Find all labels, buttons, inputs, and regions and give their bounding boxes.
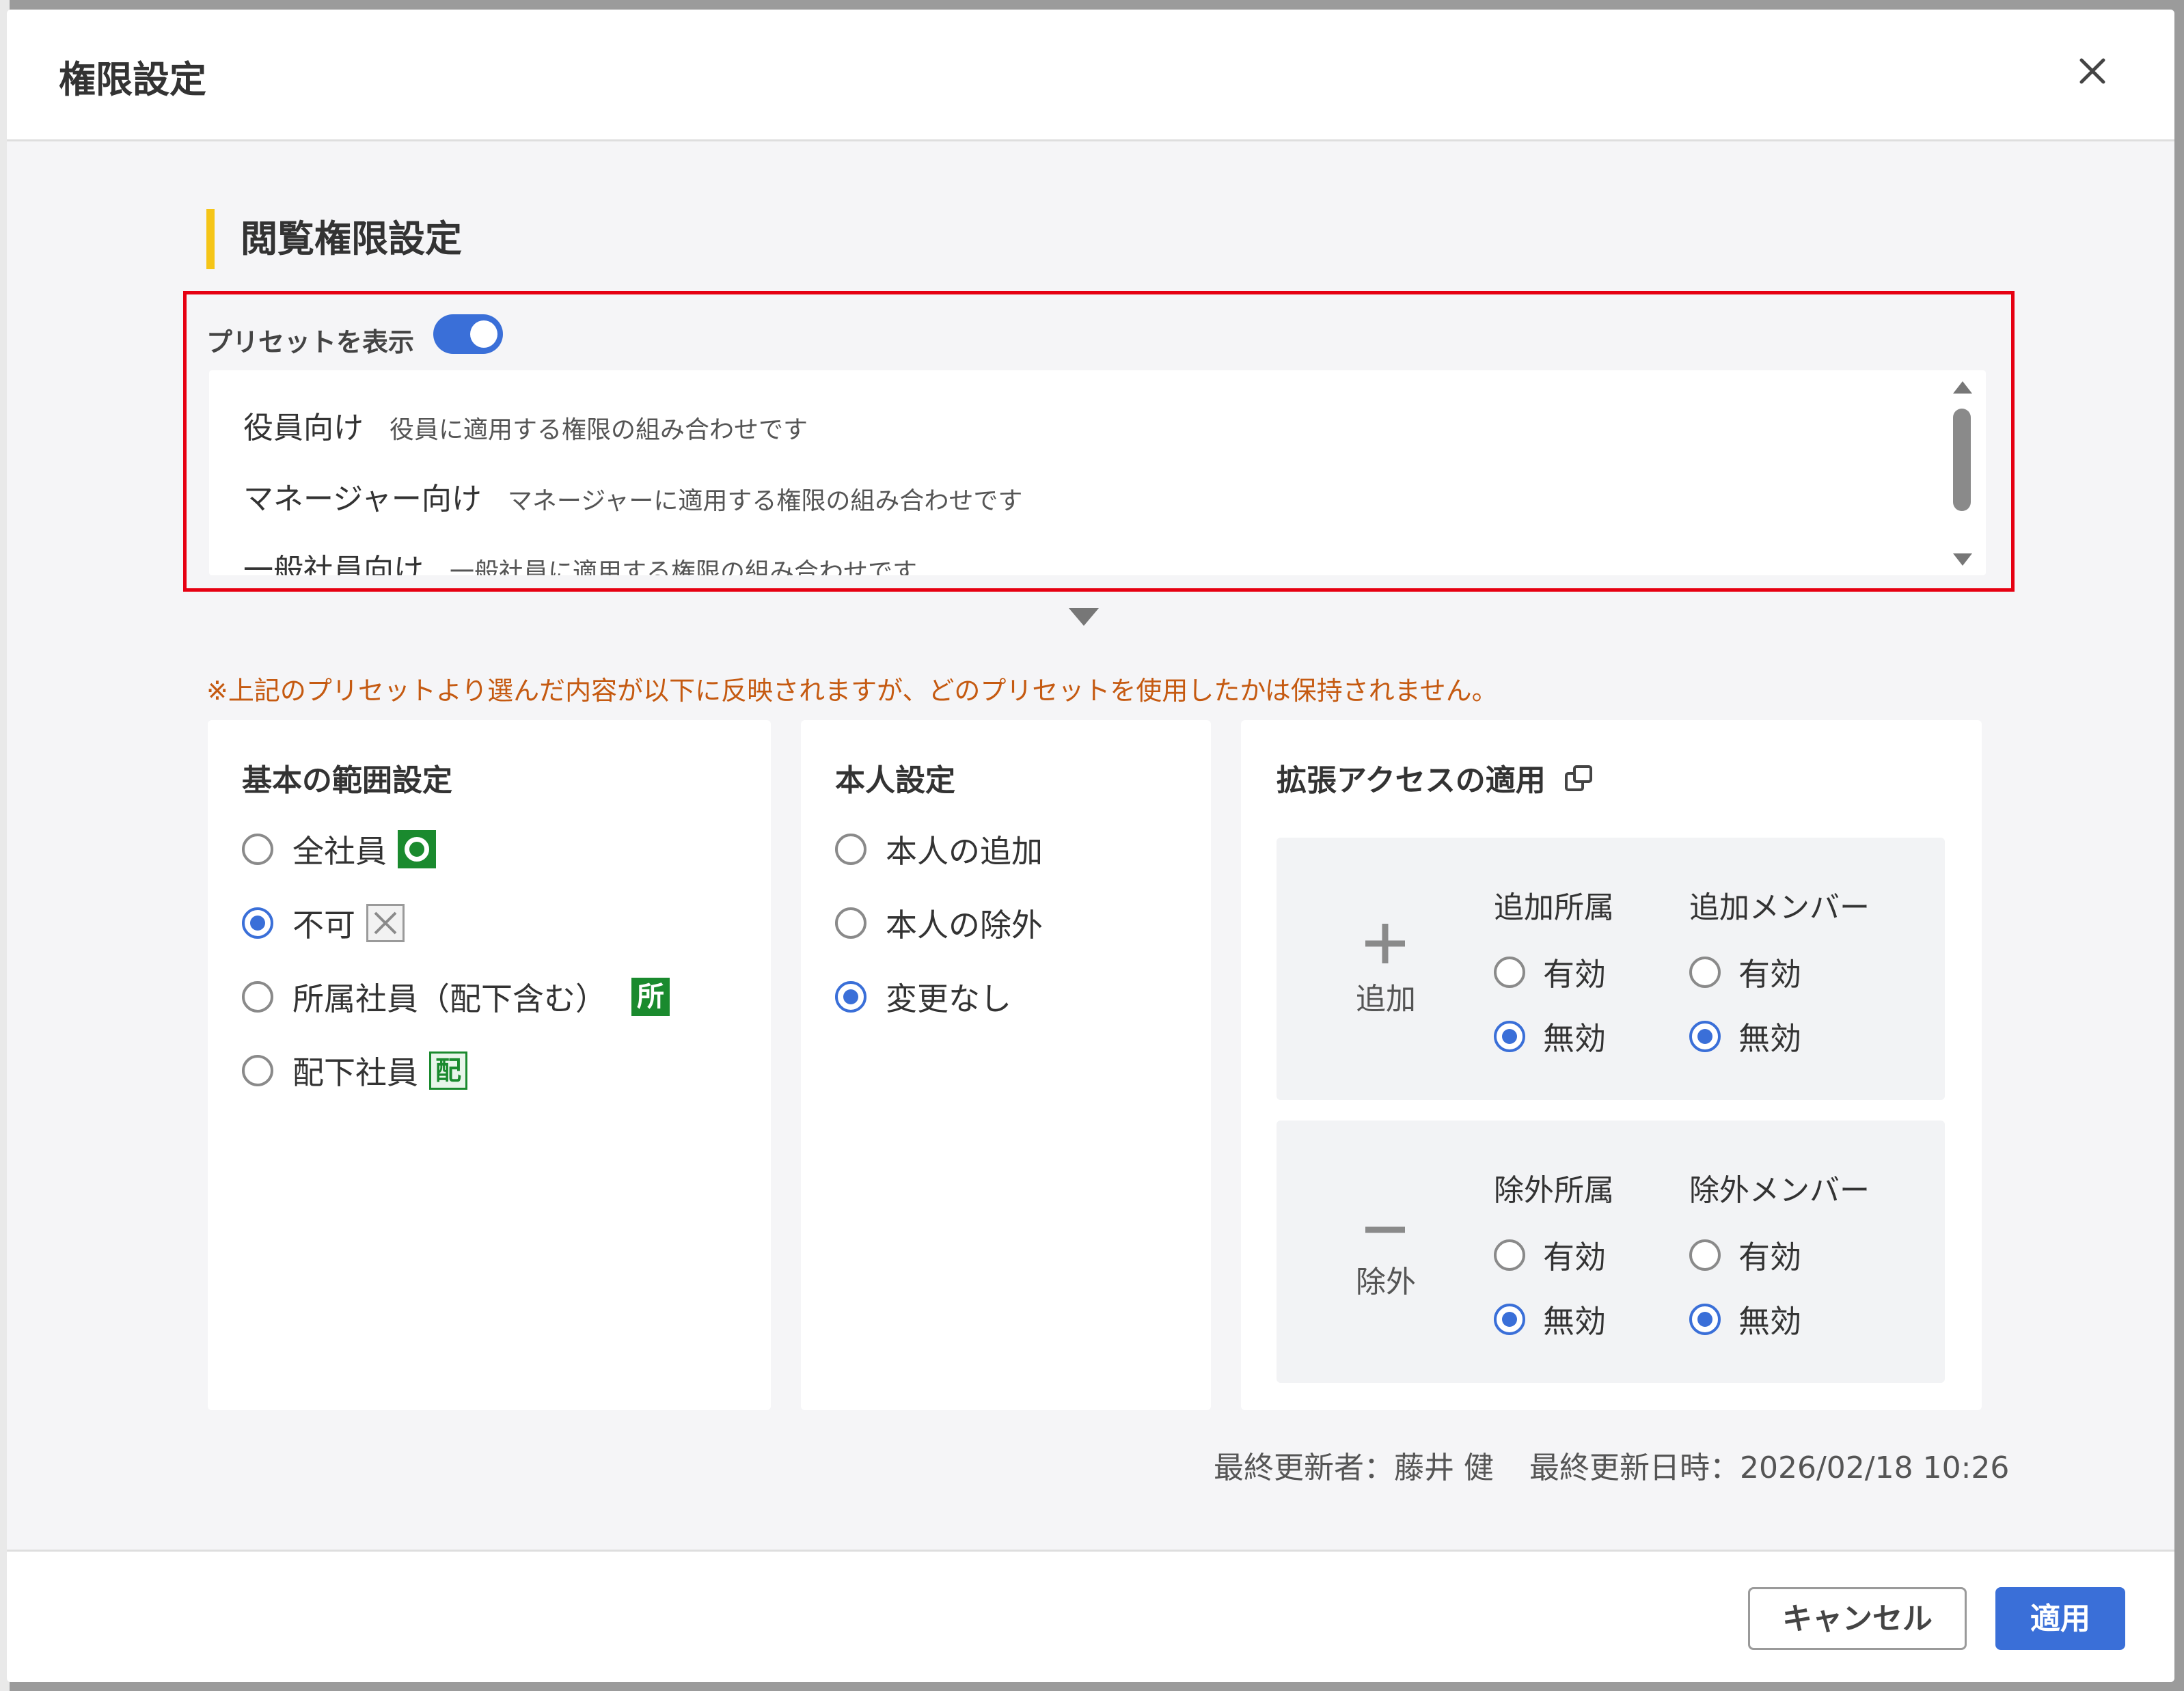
radio-label: 有効: [1543, 1239, 1606, 1276]
close-button[interactable]: [2072, 51, 2113, 92]
preset-item-general[interactable]: 一般社員向け 一般社員に適用する権限の組み合わせです: [243, 545, 917, 575]
scroll-up-arrow-icon[interactable]: [1953, 381, 1972, 394]
extended-access-title: 拡張アクセスの適用: [1277, 756, 1594, 801]
radio-label: 無効: [1543, 1303, 1606, 1340]
radio-button[interactable]: [835, 907, 866, 939]
add-label: 追加: [1356, 982, 1416, 1017]
dialog-footer: キャンセル 適用: [7, 1550, 2174, 1682]
radio-button[interactable]: [835, 834, 866, 865]
preset-name: 役員向け: [243, 411, 364, 445]
add-member-heading: 追加メンバー: [1689, 890, 1870, 925]
radio-label: 配下社員: [292, 1054, 418, 1091]
extended-access-card: 拡張アクセスの適用 追加 追加所属 追加メンバー 有効 無効 有効 無効 除外 …: [1241, 720, 1982, 1410]
radio-label: 全社員: [292, 833, 387, 870]
radio-add-affiliation-enabled[interactable]: 有効: [1494, 950, 1606, 995]
radio-button[interactable]: [242, 834, 273, 865]
radio-button[interactable]: [242, 981, 273, 1013]
plus-icon: [1365, 924, 1405, 963]
preset-list[interactable]: 役員向け 役員に適用する権限の組み合わせです マネージャー向け マネージャーに適用す…: [209, 370, 1986, 575]
exclude-access-panel: 除外 除外所属 除外メンバー 有効 無効 有効 無効: [1277, 1121, 1945, 1383]
radio-label: 無効: [1738, 1020, 1801, 1057]
radio-label: 無効: [1543, 1020, 1606, 1057]
radio-exclude-affiliation-disabled[interactable]: 無効: [1494, 1297, 1606, 1342]
radio-all-employees[interactable]: 全社員: [242, 827, 436, 872]
radio-button-checked[interactable]: [242, 907, 273, 939]
section-title: 閲覧権限設定: [206, 209, 462, 269]
dialog-header: 権限設定: [7, 10, 2174, 141]
close-icon: [2079, 58, 2105, 84]
exclude-label: 除外: [1356, 1265, 1416, 1300]
radio-button[interactable]: [1689, 1239, 1721, 1271]
apply-button[interactable]: 適用: [1995, 1587, 2125, 1650]
radio-button[interactable]: [1494, 1239, 1525, 1271]
affiliation-badge: 所: [631, 978, 670, 1016]
exclude-member-heading: 除外メンバー: [1689, 1173, 1870, 1208]
x-badge-icon: [366, 904, 405, 942]
basic-scope-card: 基本の範囲設定 全社員 不可 所属社員（配下含む） 所 配下社員 配: [208, 720, 771, 1410]
radio-label: 本人の追加: [886, 833, 1043, 870]
radio-label: 所属社員（配下含む）: [292, 980, 607, 1017]
radio-button[interactable]: [1494, 957, 1525, 988]
radio-exclude-self[interactable]: 本人の除外: [835, 901, 1043, 946]
preset-note: ※上記のプリセットより選んだ内容が以下に反映されますが、どのプリセットを使用した…: [206, 676, 1498, 706]
radio-label: 有効: [1738, 1239, 1801, 1276]
cancel-button[interactable]: キャンセル: [1748, 1587, 1967, 1650]
preset-toggle-label: プリセットを表示: [206, 327, 415, 357]
radio-label: 不可: [292, 907, 355, 944]
add-affiliation-heading: 追加所属: [1494, 890, 1614, 925]
radio-add-affiliation-disabled[interactable]: 無効: [1494, 1014, 1606, 1059]
radio-exclude-affiliation-enabled[interactable]: 有効: [1494, 1233, 1606, 1278]
radio-exclude-member-enabled[interactable]: 有効: [1689, 1233, 1801, 1278]
radio-label: 変更なし: [886, 980, 1011, 1017]
radio-button[interactable]: [242, 1055, 273, 1086]
subordinate-badge: 配: [429, 1051, 467, 1090]
radio-button-checked[interactable]: [1494, 1021, 1525, 1052]
circle-badge-icon: [398, 830, 436, 868]
scroll-down-arrow-icon[interactable]: [1953, 553, 1972, 566]
preset-description: マネージャーに適用する権限の組み合わせです: [507, 487, 1023, 515]
radio-label: 無効: [1738, 1303, 1801, 1340]
preset-toggle[interactable]: [433, 314, 503, 354]
last-updated-at: 最終更新日時：2026/02/18 10:26: [1529, 1451, 2010, 1485]
preset-description: 役員に適用する権限の組み合わせです: [390, 416, 808, 444]
extended-access-title-text: 拡張アクセスの適用: [1277, 763, 1546, 798]
radio-add-self[interactable]: 本人の追加: [835, 827, 1043, 872]
scrollbar-thumb[interactable]: [1953, 409, 1971, 511]
radio-subordinate-employees[interactable]: 配下社員 配: [242, 1048, 467, 1093]
radio-add-member-disabled[interactable]: 無効: [1689, 1014, 1801, 1059]
last-updated-info: 最終更新者：藤井 健 最終更新日時：2026/02/18 10:26: [1214, 1443, 2009, 1487]
minus-icon: [1365, 1226, 1405, 1233]
radio-button-checked[interactable]: [1494, 1304, 1525, 1335]
toggle-knob: [470, 320, 497, 348]
radio-button-checked[interactable]: [1689, 1021, 1721, 1052]
radio-button-checked[interactable]: [835, 981, 866, 1013]
radio-not-allowed[interactable]: 不可: [242, 901, 405, 946]
radio-label: 有効: [1738, 956, 1801, 993]
expand-arrow-icon[interactable]: [1069, 608, 1099, 626]
radio-button-checked[interactable]: [1689, 1304, 1721, 1335]
permission-dialog: 権限設定 閲覧権限設定 プリセットを表示 役員向け 役員に適用する権限の組み合わせ…: [7, 10, 2174, 1682]
radio-button[interactable]: [1689, 957, 1721, 988]
radio-exclude-member-disabled[interactable]: 無効: [1689, 1297, 1801, 1342]
dialog-title: 権限設定: [59, 58, 206, 101]
basic-scope-title: 基本の範囲設定: [242, 763, 452, 798]
preset-item-manager[interactable]: マネージャー向け マネージャーに適用する権限の組み合わせです: [243, 474, 1022, 518]
preset-item-executive[interactable]: 役員向け 役員に適用する権限の組み合わせです: [243, 403, 808, 447]
radio-label: 有効: [1543, 956, 1606, 993]
preset-name: マネージャー向け: [243, 482, 482, 517]
exclude-affiliation-heading: 除外所属: [1494, 1173, 1614, 1208]
radio-add-member-enabled[interactable]: 有効: [1689, 950, 1801, 995]
add-access-panel: 追加 追加所属 追加メンバー 有効 無効 有効 無効: [1277, 838, 1945, 1100]
self-setting-card: 本人設定 本人の追加 本人の除外 変更なし: [801, 720, 1211, 1410]
preset-name: 一般社員向け: [243, 553, 424, 575]
external-link-icon[interactable]: [1564, 764, 1594, 801]
radio-label: 本人の除外: [886, 907, 1043, 944]
preset-description: 一般社員に適用する権限の組み合わせです: [450, 558, 918, 575]
self-setting-title: 本人設定: [835, 763, 955, 798]
radio-no-change[interactable]: 変更なし: [835, 974, 1011, 1019]
radio-affiliated-employees[interactable]: 所属社員（配下含む） 所: [242, 974, 670, 1019]
last-updated-by: 最終更新者：藤井 健: [1214, 1451, 1494, 1485]
